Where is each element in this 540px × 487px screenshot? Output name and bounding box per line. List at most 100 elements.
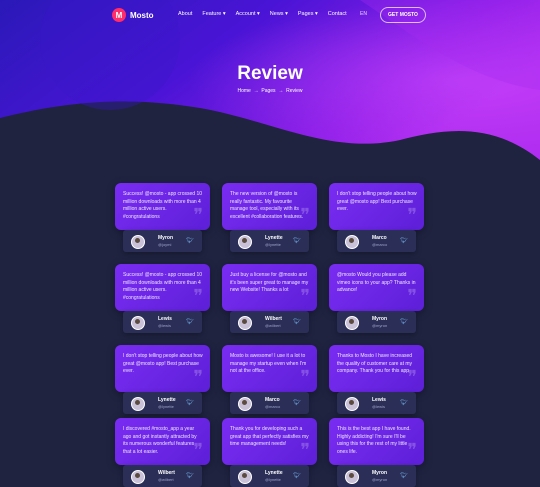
breadcrumb-separator-icon: →	[252, 88, 260, 94]
author-name: Lynette	[265, 470, 283, 476]
review-text: Success! @mosto - app crossed 10 million…	[123, 191, 202, 220]
language-selector[interactable]: EN	[360, 11, 367, 17]
review-bubble: I don't stop telling people about how gr…	[329, 183, 424, 230]
author-name: Myron	[372, 316, 387, 322]
author-name: Wilbert	[265, 316, 282, 322]
avatar	[238, 235, 252, 249]
review-card: I don't stop telling people about how gr…	[115, 345, 210, 414]
nav-item-news[interactable]: News ▾	[270, 11, 288, 17]
quote-icon: ❞	[407, 440, 417, 461]
author-handle[interactable]: @lynette	[265, 242, 281, 247]
review-author: Myron @myron 🐦︎	[337, 311, 416, 333]
author-handle[interactable]: @lynette	[158, 404, 174, 409]
avatar	[238, 470, 252, 484]
page-title: Review	[237, 63, 303, 84]
author-handle[interactable]: @wilbert	[265, 323, 281, 328]
twitter-icon[interactable]: 🐦︎	[186, 399, 194, 406]
review-bubble: This is the best app I have found. Highl…	[329, 418, 424, 465]
quote-icon: ❞	[193, 205, 203, 226]
quote-icon: ❞	[193, 367, 203, 388]
review-bubble: @mosto Would you please add vimeo icons …	[329, 264, 424, 311]
avatar	[131, 235, 145, 249]
review-bubble: Just buy a license for @mosto and it's b…	[222, 264, 317, 311]
author-handle[interactable]: @marco	[265, 404, 280, 409]
review-bubble: Thanks to Mosto I have increased the qua…	[329, 345, 424, 392]
nav-item-about[interactable]: About	[178, 11, 192, 17]
review-author: Lynette @lynette 🐦︎	[123, 392, 202, 414]
review-text: @mosto Would you please add vimeo icons …	[337, 272, 416, 293]
review-bubble: I don't stop telling people about how gr…	[115, 345, 210, 392]
review-card: Thanks to Mosto I have increased the qua…	[329, 345, 424, 414]
breadcrumb-separator-icon: →	[276, 88, 285, 94]
review-author: Marco @marco 🐦︎	[337, 230, 416, 252]
review-card: I don't stop telling people about how gr…	[329, 183, 424, 252]
review-text: I don't stop telling people about how gr…	[123, 353, 203, 374]
breadcrumb-pages[interactable]: Pages	[261, 88, 275, 94]
twitter-icon[interactable]: 🐦︎	[293, 318, 301, 325]
quote-icon: ❞	[300, 367, 310, 388]
author-name: Lynette	[158, 397, 176, 403]
avatar	[131, 397, 145, 411]
twitter-icon[interactable]: 🐦︎	[293, 399, 301, 406]
author-name: Lewis	[372, 397, 386, 403]
author-handle[interactable]: @joymi	[158, 242, 171, 247]
review-text: Thanks to Mosto I have increased the qua…	[337, 353, 413, 374]
avatar	[238, 397, 252, 411]
author-handle[interactable]: @lewis	[372, 404, 385, 409]
logo-icon: M	[112, 8, 126, 22]
twitter-icon[interactable]: 🐦︎	[400, 318, 408, 325]
breadcrumb-home[interactable]: Home	[237, 88, 250, 94]
review-bubble: Success! @mosto - app crossed 10 million…	[115, 264, 210, 311]
review-card: Just buy a license for @mosto and it's b…	[222, 264, 317, 333]
review-author: Lynette @lynette 🐦︎	[230, 465, 309, 487]
twitter-icon[interactable]: 🐦︎	[186, 472, 194, 479]
brand-logo[interactable]: M Mosto	[112, 8, 154, 22]
nav-item-contact[interactable]: Contact	[328, 11, 347, 17]
review-bubble: Thank you for developing such a great ap…	[222, 418, 317, 465]
author-handle[interactable]: @lewis	[158, 323, 171, 328]
quote-icon: ❞	[300, 205, 310, 226]
breadcrumb: Home → Pages → Review	[0, 88, 540, 94]
nav-item-pages[interactable]: Pages ▾	[298, 11, 318, 17]
avatar	[345, 397, 359, 411]
review-author: Lewis @lewis 🐦︎	[123, 311, 202, 333]
top-navigation: M Mosto About Feature ▾ Account ▾ News ▾…	[0, 0, 540, 30]
twitter-icon[interactable]: 🐦︎	[400, 237, 408, 244]
author-name: Lynette	[265, 235, 283, 241]
twitter-icon[interactable]: 🐦︎	[186, 318, 194, 325]
nav-item-account[interactable]: Account ▾	[236, 11, 260, 17]
avatar	[345, 235, 359, 249]
review-card: The new version of @mosto is really fant…	[222, 183, 317, 252]
main-menu: About Feature ▾ Account ▾ News ▾ Pages ▾…	[178, 11, 347, 17]
quote-icon: ❞	[193, 286, 203, 307]
review-card: This is the best app I have found. Highl…	[329, 418, 424, 487]
review-text: Mosto is awesome! I use it a lot to mana…	[230, 353, 307, 374]
twitter-icon[interactable]: 🐦︎	[186, 237, 194, 244]
twitter-icon[interactable]: 🐦︎	[400, 472, 408, 479]
get-mosto-button[interactable]: GET MOSTO	[380, 7, 426, 23]
review-bubble: I discovered #mosto_app a year ago and g…	[115, 418, 210, 465]
author-name: Wilbert	[158, 470, 175, 476]
author-name: Myron	[372, 470, 387, 476]
review-text: I don't stop telling people about how gr…	[337, 191, 417, 212]
review-bubble: The new version of @mosto is really fant…	[222, 183, 317, 230]
twitter-icon[interactable]: 🐦︎	[293, 472, 301, 479]
quote-icon: ❞	[407, 205, 417, 226]
review-text: Success! @mosto - app crossed 10 million…	[123, 272, 202, 301]
review-text: This is the best app I have found. Highl…	[337, 426, 411, 455]
nav-item-feature[interactable]: Feature ▾	[202, 11, 225, 17]
review-card: @mosto Would you please add vimeo icons …	[329, 264, 424, 333]
author-handle[interactable]: @myron	[372, 323, 387, 328]
review-author: Myron @myron 🐦︎	[337, 465, 416, 487]
review-card: Success! @mosto - app crossed 10 million…	[115, 264, 210, 333]
twitter-icon[interactable]: 🐦︎	[293, 237, 301, 244]
quote-icon: ❞	[407, 286, 417, 307]
review-author: Wilbert @wilbert 🐦︎	[230, 311, 309, 333]
author-handle[interactable]: @marco	[372, 242, 387, 247]
review-bubble: Success! @mosto - app crossed 10 million…	[115, 183, 210, 230]
review-card: Mosto is awesome! I use it a lot to mana…	[222, 345, 317, 414]
review-card: Thank you for developing such a great ap…	[222, 418, 317, 487]
review-author: Wilbert @wilbert 🐦︎	[123, 465, 202, 487]
brand-name: Mosto	[130, 10, 154, 20]
twitter-icon[interactable]: 🐦︎	[400, 399, 408, 406]
